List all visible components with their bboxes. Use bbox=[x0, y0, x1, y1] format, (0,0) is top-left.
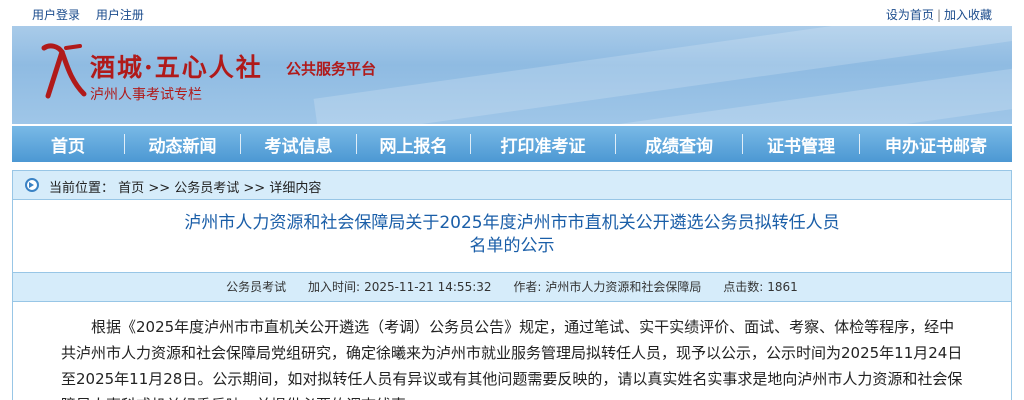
site-logo-icon[interactable] bbox=[36, 40, 88, 102]
breadcrumb-current: 详细内容 bbox=[269, 181, 322, 196]
add-favorite-link[interactable]: 加入收藏 bbox=[944, 8, 992, 22]
set-home-link[interactable]: 设为首页 bbox=[886, 8, 934, 22]
clicks-label: 点击数: bbox=[723, 280, 764, 294]
breadcrumb: 当前位置： 首页 >> 公务员考试 >> 详细内容 bbox=[12, 170, 1012, 200]
banner-tagline: 泸州人事考试专栏 bbox=[90, 87, 202, 103]
article-title-line: 名单的公示 bbox=[469, 236, 555, 256]
nav-item-certificate-management[interactable]: 证书管理 bbox=[743, 132, 859, 157]
nav-item-score-query[interactable]: 成绩查询 bbox=[616, 132, 742, 157]
banner-subtitle: 公共服务平台 bbox=[286, 60, 377, 78]
author-value: 泸州市人力资源和社会保障局 bbox=[545, 280, 702, 294]
breadcrumb-label: 当前位置： bbox=[49, 181, 115, 196]
main-nav: 首页 动态新闻 考试信息 网上报名 打印准考证 成绩查询 证书管理 申办证书邮寄 bbox=[12, 126, 1012, 162]
article-clicks: 点击数: 1861 bbox=[723, 280, 798, 294]
article-title: 泸州市人力资源和社会保障局关于2025年度泸州市市直机关公开遴选公务员拟转任人员… bbox=[13, 212, 1011, 258]
nav-item-online-registration[interactable]: 网上报名 bbox=[357, 132, 470, 157]
banner-title: 酒城·五心人社 bbox=[90, 53, 263, 82]
register-link[interactable]: 用户注册 bbox=[96, 8, 144, 22]
nav-item-print-admission[interactable]: 打印准考证 bbox=[471, 132, 615, 157]
login-link[interactable]: 用户登录 bbox=[32, 8, 80, 22]
article-category: 公务员考试 bbox=[226, 280, 287, 294]
article-meta: 公务员考试 加入时间: 2025-11-21 14:55:32 作者: 泸州市人力资… bbox=[13, 272, 1011, 302]
time-label: 加入时间: bbox=[308, 280, 361, 294]
author-label: 作者: bbox=[513, 280, 542, 294]
article-body: 根据《2025年度泸州市市直机关公开遴选（考调）公务员公告》规定，通过笔试、实干… bbox=[61, 318, 963, 400]
user-links: 用户登录 用户注册 bbox=[32, 6, 156, 23]
link-separator: | bbox=[936, 8, 941, 22]
clicks-value: 1861 bbox=[767, 280, 798, 294]
time-value: 2025-11-21 14:55:32 bbox=[364, 280, 492, 294]
breadcrumb-category[interactable]: 公务员考试 bbox=[174, 181, 239, 196]
breadcrumb-separator: >> bbox=[243, 181, 266, 196]
nav-item-home[interactable]: 首页 bbox=[12, 132, 124, 157]
article-title-line: 泸州市人力资源和社会保障局关于2025年度泸州市市直机关公开遴选公务员拟转任人员 bbox=[184, 213, 840, 233]
breadcrumb-home[interactable]: 首页 bbox=[118, 181, 144, 196]
article: 泸州市人力资源和社会保障局关于2025年度泸州市市直机关公开遴选公务员拟转任人员… bbox=[12, 200, 1012, 400]
nav-item-certificate-mailing[interactable]: 申办证书邮寄 bbox=[860, 132, 1012, 157]
top-bar: 用户登录 用户注册 设为首页 | 加入收藏 bbox=[0, 0, 1024, 26]
breadcrumb-separator: >> bbox=[148, 181, 171, 196]
nav-item-news[interactable]: 动态新闻 bbox=[125, 132, 240, 157]
breadcrumb-text: 当前位置： 首页 >> 公务员考试 >> 详细内容 bbox=[49, 177, 321, 196]
location-arrow-icon bbox=[25, 178, 39, 192]
site-links: 设为首页 | 加入收藏 bbox=[886, 6, 992, 23]
site-banner: 酒城·五心人社 公共服务平台 泸州人事考试专栏 bbox=[12, 26, 1012, 124]
nav-item-exam-info[interactable]: 考试信息 bbox=[241, 132, 356, 157]
article-time: 加入时间: 2025-11-21 14:55:32 bbox=[308, 280, 492, 294]
article-author: 作者: 泸州市人力资源和社会保障局 bbox=[513, 280, 701, 294]
